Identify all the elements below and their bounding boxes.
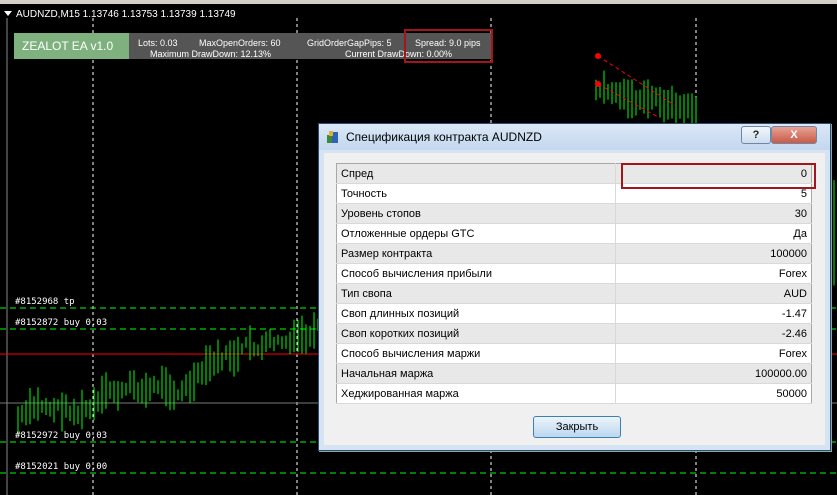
spec-key: Способ вычисления прибыли xyxy=(336,263,616,284)
spec-row: Тип свопа AUD xyxy=(336,283,812,304)
order-label-buy-3: #8152021 buy 0.00 xyxy=(15,462,108,472)
spec-value: Forex xyxy=(615,263,812,284)
spec-row: Хеджированная маржа 50000 xyxy=(336,383,812,404)
symbol-quote-text: AUDNZD,M15 1.13746 1.13753 1.13739 1.137… xyxy=(16,9,236,20)
max-drawdown-text: Maximum DrawDown: 12.13% xyxy=(150,49,272,59)
dialog-body: Спред 0 Точность 5 Уровень стопов 30 Отложенны… xyxy=(324,153,825,445)
terminal-app-icon xyxy=(327,131,338,143)
grid-gap-text: GridOrderGapPips: 5 xyxy=(307,38,392,48)
spec-row: Уровень стопов 30 xyxy=(336,203,812,224)
spec-row: Своп длинных позиций -1.47 xyxy=(336,303,812,324)
spec-value: -2.46 xyxy=(615,323,812,344)
spec-key: Спред xyxy=(336,163,616,184)
spec-value: 100000 xyxy=(615,243,812,264)
ea-name-label: ZEALOT EA v1.0 xyxy=(14,33,129,59)
spec-value: Да xyxy=(615,223,812,244)
chart-symbol-header: AUDNZD,M15 1.13746 1.13753 1.13739 1.137… xyxy=(4,9,236,20)
spec-row: Своп коротких позиций -2.46 xyxy=(336,323,812,344)
spec-value: 50000 xyxy=(615,383,812,404)
collapse-arrow-icon[interactable] xyxy=(4,11,12,16)
close-x-button[interactable]: X xyxy=(771,126,817,144)
spec-value: 30 xyxy=(615,203,812,224)
max-open-orders-text: MaxOpenOrders: 60 xyxy=(199,38,281,48)
spread-highlight-box xyxy=(404,29,493,63)
spec-row: Способ вычисления маржи Forex xyxy=(336,343,812,364)
spec-key: Своп длинных позиций xyxy=(336,303,616,324)
spec-row: Размер контракта 100000 xyxy=(336,243,812,264)
spec-value: 100000.00 xyxy=(615,363,812,384)
trade-link-line xyxy=(597,83,661,119)
spec-key: Размер контракта xyxy=(336,243,616,264)
spec-value: -1.47 xyxy=(615,303,812,324)
trade-link-line xyxy=(597,55,677,107)
dialog-title: Спецификация контракта AUDNZD xyxy=(346,130,542,144)
close-button[interactable]: Закрыть xyxy=(533,416,621,438)
order-label-buy-1: #8152872 buy 0.03 xyxy=(15,318,108,328)
spec-key: Точность xyxy=(336,183,616,204)
spec-key: Отложенные ордеры GTC xyxy=(336,223,616,244)
dialog-titlebar[interactable]: Спецификация контракта AUDNZD ? X xyxy=(319,124,830,150)
help-button[interactable]: ? xyxy=(741,126,771,144)
spec-row: Способ вычисления прибыли Forex xyxy=(336,263,812,284)
spec-row: Начальная маржа 100000.00 xyxy=(336,363,812,384)
spec-key: Хеджированная маржа xyxy=(336,383,616,404)
order-label-buy-2: #8152972 buy 0.03 xyxy=(15,431,108,441)
spec-key: Своп коротких позиций xyxy=(336,323,616,344)
trade-marker xyxy=(595,53,601,59)
spec-value: Forex xyxy=(615,343,812,364)
toolbar-strip xyxy=(0,0,837,4)
lots-text: Lots: 0.03 xyxy=(138,38,178,48)
spec-row: Отложенные ордеры GTC Да xyxy=(336,223,812,244)
spec-key: Уровень стопов xyxy=(336,203,616,224)
spread-value-highlight xyxy=(621,163,816,189)
trade-marker xyxy=(595,81,601,87)
spec-value: AUD xyxy=(615,283,812,304)
spec-key: Способ вычисления маржи xyxy=(336,343,616,364)
contract-spec-dialog: Спецификация контракта AUDNZD ? X Спред 0… xyxy=(318,123,831,451)
spec-key: Тип свопа xyxy=(336,283,616,304)
order-label-tp: #8152968 tp xyxy=(15,297,75,307)
spec-table: Спред 0 Точность 5 Уровень стопов 30 Отложенны… xyxy=(336,163,812,404)
spec-key: Начальная маржа xyxy=(336,363,616,384)
